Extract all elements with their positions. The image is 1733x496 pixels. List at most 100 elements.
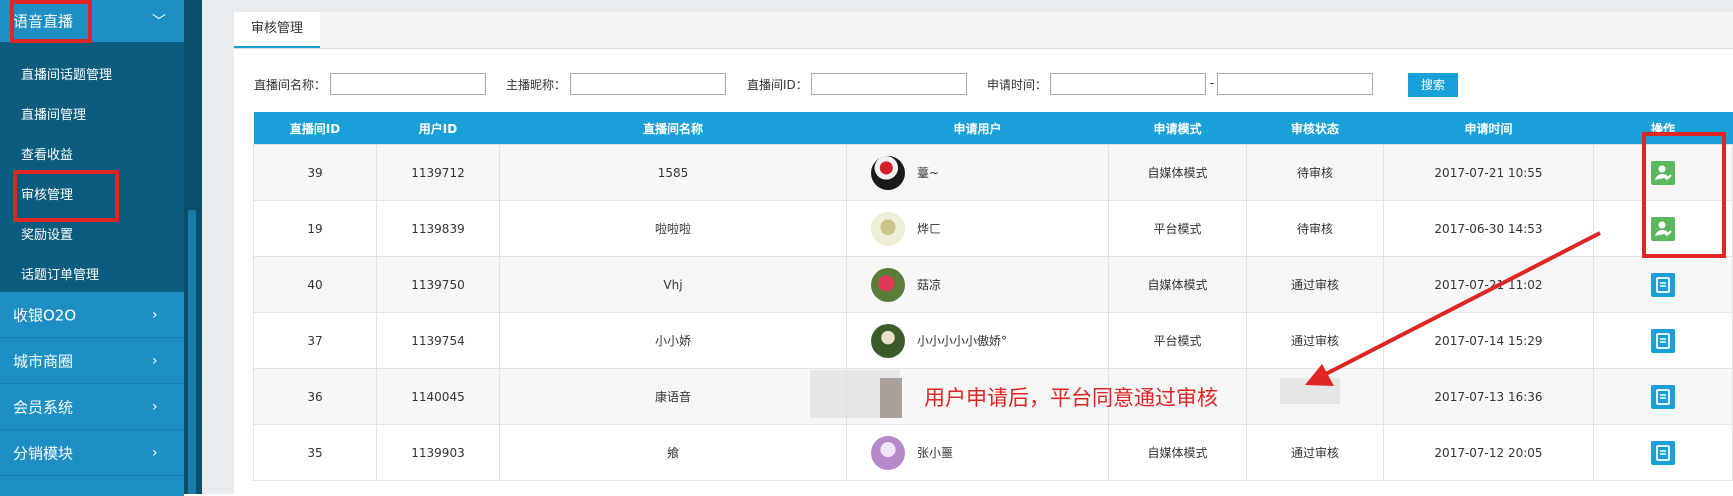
- avatar: [871, 435, 905, 470]
- cell-mode: 自媒体模式: [1108, 424, 1247, 481]
- col-header-applicant[interactable]: 申请用户: [846, 112, 1109, 145]
- sidebar-item-topic-orders[interactable]: 话题订单管理: [21, 264, 99, 283]
- applicant-name: 小小小小小傲娇°: [917, 334, 1008, 348]
- tab-review-manage[interactable]: 审核管理: [234, 12, 320, 48]
- sidebar: 语音直播 ﹀ 直播间话题管理 直播间管理 查看收益 审核管理 奖励设置 话题订单…: [0, 0, 184, 496]
- menu-member-system-label: 会员系统: [13, 398, 74, 416]
- view-icon[interactable]: [1651, 440, 1675, 465]
- chevron-right-icon: ›: [152, 306, 158, 323]
- cell-mode: 自媒体模式: [1108, 144, 1247, 201]
- chevron-right-icon: ›: [152, 444, 158, 461]
- cell-status: 通过审核: [1246, 424, 1384, 481]
- cell-mode: 平台模式: [1108, 312, 1247, 369]
- apply-time-end-input[interactable]: [1217, 73, 1373, 95]
- col-header-mode[interactable]: 申请模式: [1108, 112, 1247, 145]
- blur-patch: [880, 378, 902, 418]
- table-header-row: 直播间ID 用户ID 直播间名称 申请用户 申请模式 审核状态 申请时间 操作: [253, 112, 1733, 145]
- cell-time: 2017-07-21 10:55: [1383, 144, 1594, 201]
- menu-cashier-o2o[interactable]: 收银O2O ›: [0, 292, 184, 338]
- cell-user-id: 1139750: [376, 256, 500, 313]
- cell-room-name: Vhj: [499, 256, 847, 313]
- anchor-nickname-input[interactable]: [570, 73, 726, 95]
- col-header-action[interactable]: 操作: [1593, 112, 1733, 145]
- applicant-name: 烨ㄈ: [917, 222, 942, 236]
- avatar: [871, 155, 905, 190]
- cell-applicant: 烨ㄈ: [846, 200, 1109, 257]
- cell-room-id: 36: [253, 368, 377, 425]
- sidebar-item-reward-settings[interactable]: 奖励设置: [21, 224, 73, 243]
- chevron-down-icon: ﹀: [152, 14, 166, 30]
- sidebar-scrollbar-thumb[interactable]: [188, 210, 196, 494]
- cell-room-name: 1585: [499, 144, 847, 201]
- apply-time-start-input[interactable]: [1050, 73, 1206, 95]
- approve-icon[interactable]: [1651, 160, 1675, 185]
- tab-bar: [234, 12, 1733, 49]
- cell-mode: 平台模式: [1108, 200, 1247, 257]
- table-row: 37 1139754 小小娇 小小小小小傲娇° 平台模式 通过审核 2017-0…: [253, 312, 1733, 369]
- menu-next-partial[interactable]: [0, 476, 184, 496]
- col-header-status[interactable]: 审核状态: [1246, 112, 1384, 145]
- cell-applicant: 薹~: [846, 144, 1109, 201]
- cell-action: [1593, 144, 1733, 201]
- room-name-label: 直播间名称：: [254, 78, 327, 92]
- cell-room-id: 40: [253, 256, 377, 313]
- menu-distribution[interactable]: 分销模块 ›: [0, 430, 184, 476]
- cell-time: 2017-07-13 16:36: [1383, 368, 1594, 425]
- applicant-name: 张小噩: [917, 446, 954, 460]
- avatar: [871, 323, 905, 358]
- applicant-name: 菇凉: [917, 278, 942, 292]
- cell-room-name: 啦啦啦: [499, 200, 847, 257]
- sidebar-item-topic-manage[interactable]: 直播间话题管理: [21, 64, 112, 83]
- sidebar-item-earnings[interactable]: 查看收益: [21, 144, 73, 163]
- cell-status: 通过审核: [1246, 256, 1384, 313]
- avatar: [871, 267, 905, 302]
- table-row: 19 1139839 啦啦啦 烨ㄈ 平台模式 待审核 2017-06-30 14…: [253, 200, 1733, 257]
- cell-room-name: 飨: [499, 424, 847, 481]
- menu-cashier-o2o-label: 收银O2O: [13, 306, 77, 324]
- menu-city-business[interactable]: 城市商圈 ›: [0, 338, 184, 384]
- chevron-right-icon: ›: [152, 352, 158, 369]
- menu-voice-live[interactable]: 语音直播 ﹀: [0, 0, 184, 42]
- blur-patch: [1280, 378, 1340, 404]
- cell-user-id: 1139712: [376, 144, 500, 201]
- cell-applicant: 菇凉: [846, 256, 1109, 313]
- applicant-name: 薹~: [917, 166, 940, 180]
- cell-room-id: 39: [253, 144, 377, 201]
- approve-icon[interactable]: [1651, 216, 1675, 241]
- col-header-user-id[interactable]: 用户ID: [376, 112, 500, 145]
- view-icon[interactable]: [1651, 272, 1675, 297]
- sidebar-item-room-manage[interactable]: 直播间管理: [21, 104, 86, 123]
- col-header-room-name[interactable]: 直播间名称: [499, 112, 847, 145]
- cell-user-id: 1139839: [376, 200, 500, 257]
- view-icon[interactable]: [1651, 384, 1675, 409]
- cell-action: [1593, 256, 1733, 313]
- cell-status: 待审核: [1246, 200, 1384, 257]
- cell-time: 2017-07-14 15:29: [1383, 312, 1594, 369]
- cell-action: [1593, 368, 1733, 425]
- cell-user-id: 1139903: [376, 424, 500, 481]
- cell-time: 2017-06-30 14:53: [1383, 200, 1594, 257]
- sidebar-item-review-manage[interactable]: 审核管理: [21, 184, 73, 203]
- menu-voice-live-label: 语音直播: [13, 12, 74, 31]
- room-id-input[interactable]: [811, 73, 967, 95]
- cell-time: 2017-07-21 11:02: [1383, 256, 1594, 313]
- anchor-nickname-label: 主播昵称：: [506, 78, 567, 92]
- table-row: 35 1139903 飨 张小噩 自媒体模式 通过审核 2017-07-12 2…: [253, 424, 1733, 481]
- time-range-separator: -: [1210, 76, 1215, 90]
- col-header-room-id[interactable]: 直播间ID: [253, 112, 377, 145]
- cell-action: [1593, 200, 1733, 257]
- cell-user-id: 1139754: [376, 312, 500, 369]
- search-button[interactable]: 搜索: [1408, 73, 1458, 97]
- col-header-time[interactable]: 申请时间: [1383, 112, 1594, 145]
- annotation-text: 用户申请后，平台同意通过审核: [924, 386, 1218, 410]
- cell-status: 待审核: [1246, 144, 1384, 201]
- cell-room-id: 35: [253, 424, 377, 481]
- review-table: 直播间ID 用户ID 直播间名称 申请用户 申请模式 审核状态 申请时间 操作 …: [253, 112, 1733, 481]
- menu-member-system[interactable]: 会员系统 ›: [0, 384, 184, 430]
- view-icon[interactable]: [1651, 328, 1675, 353]
- cell-status: 通过审核: [1246, 312, 1384, 369]
- room-name-input[interactable]: [330, 73, 486, 95]
- submenu-voice-live: 直播间话题管理 直播间管理 查看收益 审核管理 奖励设置 话题订单管理: [0, 42, 184, 292]
- cell-action: [1593, 312, 1733, 369]
- avatar: [871, 211, 905, 246]
